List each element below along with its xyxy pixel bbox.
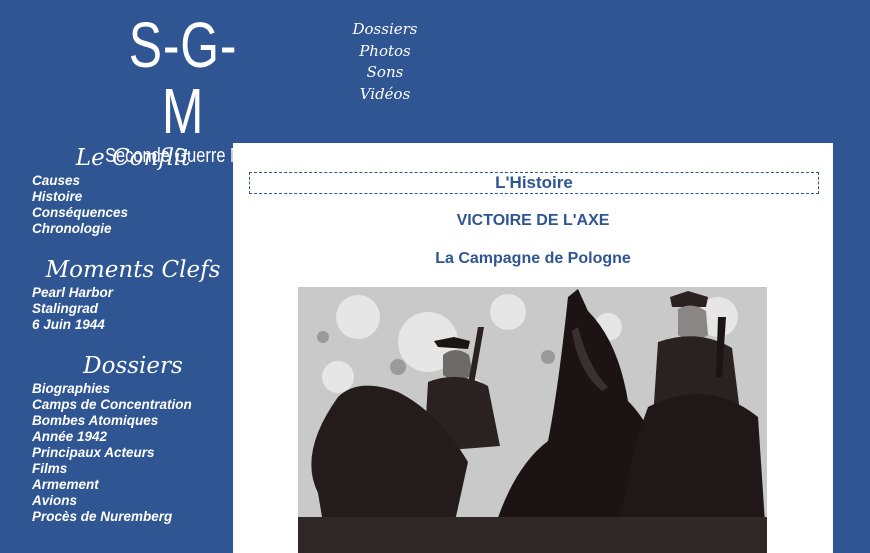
sidebar-links-moments: Pearl Harbor Stalingrad 6 Juin 1944	[32, 285, 233, 333]
sidebar: Le Conflit Causes Histoire Conséquences …	[0, 143, 233, 543]
sidebar-links-conflit: Causes Histoire Conséquences Chronologie	[32, 173, 233, 237]
sidebar-link-films[interactable]: Films	[32, 461, 233, 477]
sidebar-link-biographies[interactable]: Biographies	[32, 381, 233, 397]
sidebar-link-consequences[interactable]: Conséquences	[32, 205, 233, 221]
sidebar-link-camps[interactable]: Camps de Concentration	[32, 397, 233, 413]
sidebar-link-histoire[interactable]: Histoire	[32, 189, 233, 205]
logo-title: S-G-M	[128, 9, 238, 147]
subsection-heading: La Campagne de Pologne	[435, 250, 631, 267]
sidebar-section-title-conflit: Le Conflit	[75, 145, 191, 171]
sidebar-link-causes[interactable]: Causes	[32, 173, 233, 189]
top-nav: Dossiers Photos Sons Vidéos	[340, 19, 430, 105]
sidebar-link-annee-1942[interactable]: Année 1942	[32, 429, 233, 445]
topnav-link-photos[interactable]: Photos	[340, 41, 430, 63]
sidebar-link-armement[interactable]: Armement	[32, 477, 233, 493]
section-heading: VICTOIRE DE L'AXE	[456, 212, 610, 229]
cavalry-photo-image	[298, 287, 767, 553]
sidebar-link-stalingrad[interactable]: Stalingrad	[32, 301, 233, 317]
sidebar-link-acteurs[interactable]: Principaux Acteurs	[32, 445, 233, 461]
main-content: L'Histoire VICTOIRE DE L'AXE La Campagne…	[233, 143, 833, 553]
page-title: L'Histoire	[249, 172, 819, 194]
topnav-link-sons[interactable]: Sons	[340, 62, 430, 84]
sidebar-section-title-moments: Moments Clefs	[45, 257, 221, 283]
cavalry-photo	[298, 287, 767, 553]
sidebar-section-title-dossiers: Dossiers	[83, 353, 183, 379]
sidebar-link-nuremberg[interactable]: Procès de Nuremberg	[32, 509, 233, 525]
topnav-link-dossiers[interactable]: Dossiers	[340, 19, 430, 41]
sidebar-link-chronologie[interactable]: Chronologie	[32, 221, 233, 237]
sidebar-link-bombes[interactable]: Bombes Atomiques	[32, 413, 233, 429]
sidebar-link-6-juin-1944[interactable]: 6 Juin 1944	[32, 317, 233, 333]
sidebar-link-pearl-harbor[interactable]: Pearl Harbor	[32, 285, 233, 301]
sidebar-links-dossiers: Biographies Camps de Concentration Bombe…	[32, 381, 233, 525]
topnav-link-videos[interactable]: Vidéos	[340, 84, 430, 106]
sidebar-link-avions[interactable]: Avions	[32, 493, 233, 509]
